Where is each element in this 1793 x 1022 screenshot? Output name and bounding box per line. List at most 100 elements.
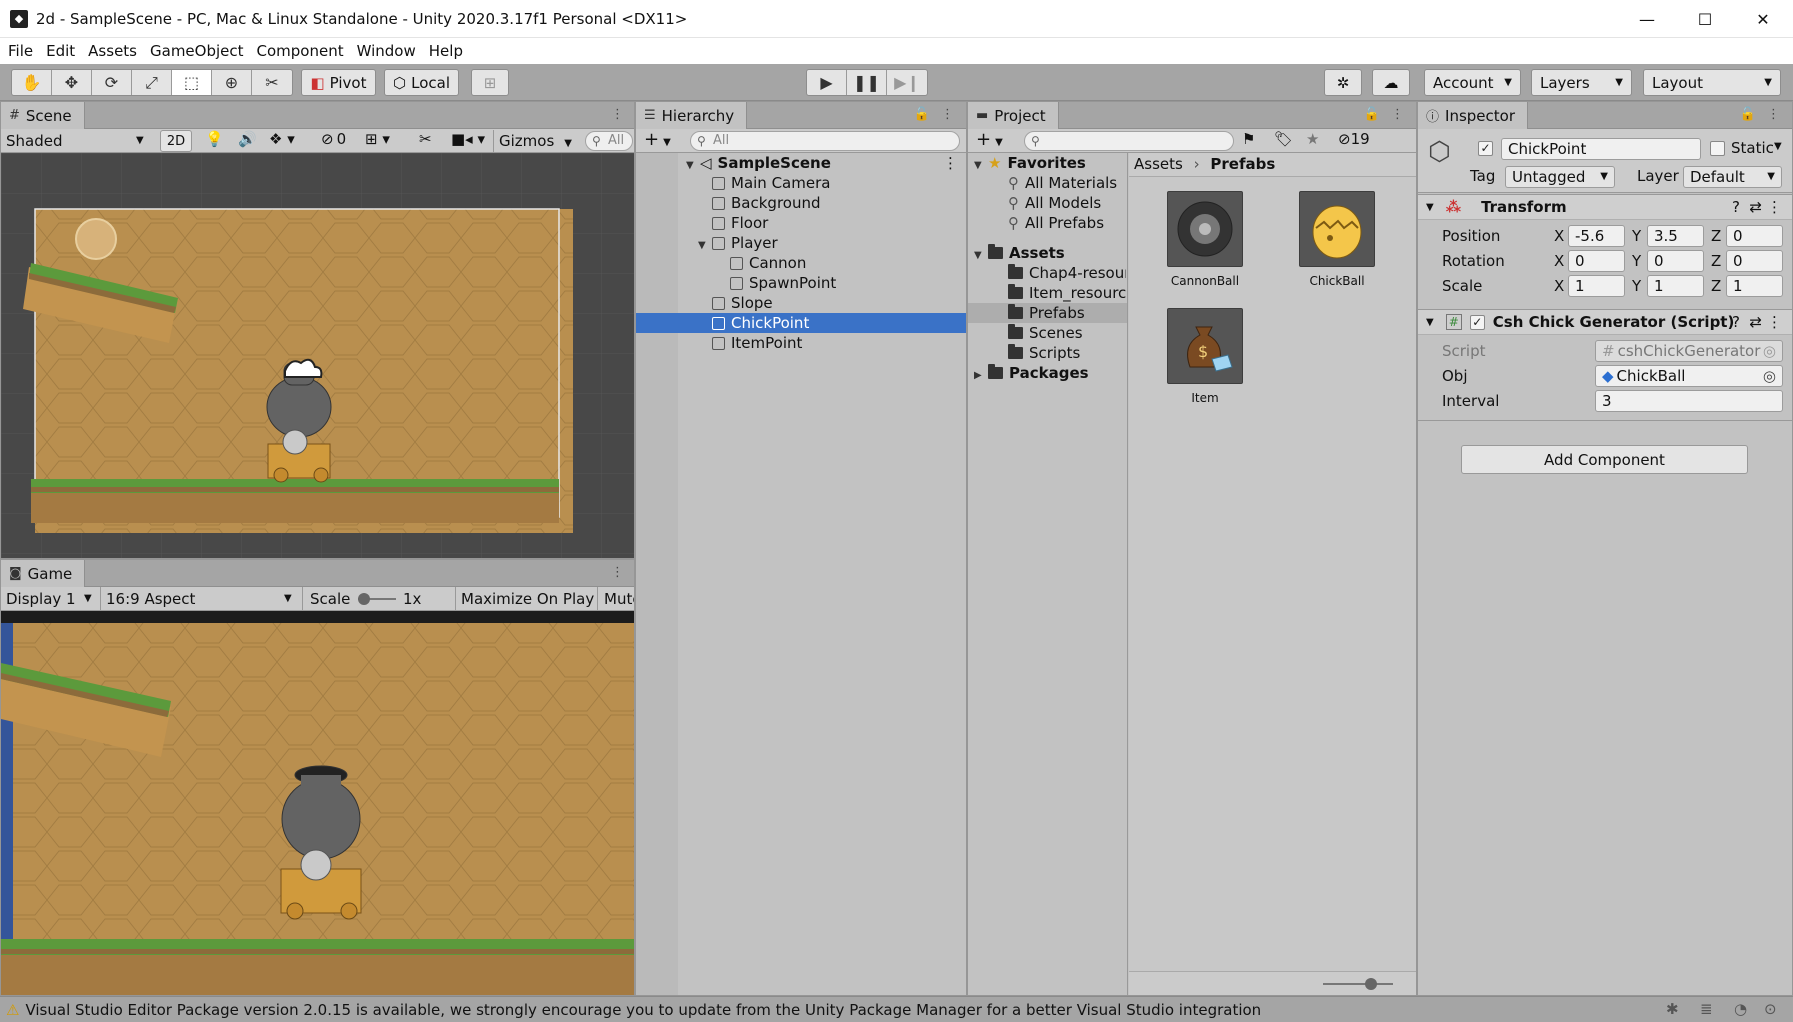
scene-search-input[interactable]: ⚲ All [585, 131, 633, 151]
cannon-sprite[interactable] [266, 376, 332, 438]
position-z-field[interactable]: 0 [1726, 225, 1783, 247]
hierarchy-item-chickpoint[interactable]: ChickPoint [712, 313, 809, 333]
tab-hierarchy[interactable]: ☰ Hierarchy [636, 102, 748, 129]
kebab-menu-icon[interactable]: ⋮ [611, 107, 624, 122]
scale-z-field[interactable]: 1 [1726, 275, 1783, 297]
maximize-on-play-toggle[interactable]: Maximize On Play [461, 588, 594, 610]
scale-y-field[interactable]: 1 [1647, 275, 1704, 297]
prefab-item-thumbnail[interactable]: $ [1167, 308, 1243, 384]
bug-icon[interactable]: ✱ [1666, 1000, 1679, 1018]
search-by-label-icon[interactable]: 🏷 [1274, 130, 1293, 148]
favorite-all-prefabs[interactable]: ⚲ All Prefabs [1008, 213, 1104, 233]
menu-gameobject[interactable]: GameObject [150, 42, 244, 60]
progress-icon[interactable]: ◔ [1734, 1000, 1747, 1018]
rect-tool-icon[interactable]: ⬚ [172, 70, 212, 95]
folder-item-resource[interactable]: Item_resource [1008, 283, 1126, 303]
snap-grid-icon[interactable]: ⊞ [471, 69, 509, 96]
expand-arrow-icon[interactable]: ▼ [974, 156, 988, 176]
rotation-y-field[interactable]: 0 [1647, 250, 1704, 272]
aspect-dropdown[interactable]: 16:9 Aspect ▼ [106, 588, 298, 610]
menu-edit[interactable]: Edit [46, 42, 75, 60]
script-component-header[interactable]: ▼ # ✓ Csh Chick Generator (Script) ? ⇄ ⋮ [1418, 309, 1792, 335]
local-toggle[interactable]: ⬡ Local [384, 69, 459, 96]
hierarchy-item-floor[interactable]: Floor [712, 213, 768, 233]
expand-arrow-icon[interactable]: ▼ [1426, 202, 1434, 213]
menu-help[interactable]: Help [429, 42, 463, 60]
obj-reference-field[interactable]: ◆ ChickBall ◎ [1595, 365, 1783, 387]
help-icon[interactable]: ? [1732, 313, 1740, 331]
folder-prefabs[interactable]: Prefabs [1008, 303, 1085, 323]
gizmos-dropdown[interactable]: Gizmos ▼ [493, 130, 572, 152]
expand-arrow-icon[interactable]: ▼ [698, 236, 712, 256]
effects-icon[interactable]: ❖ ▾ [269, 130, 295, 148]
kebab-menu-icon[interactable]: ⋮ [1391, 107, 1404, 122]
move-tool-icon[interactable]: ✥ [52, 70, 92, 95]
transform-header[interactable]: ▼ ⁂ Transform ? ⇄ ⋮ [1418, 194, 1792, 220]
kebab-menu-icon[interactable]: ⋮ [611, 565, 624, 580]
maximize-button[interactable]: ☐ [1676, 0, 1734, 38]
hierarchy-search-input[interactable]: ⚲ All [690, 131, 960, 151]
hidden-objects-icon[interactable]: ⊘ 0 [321, 130, 346, 148]
kebab-menu-icon[interactable]: ⋮ [941, 107, 954, 122]
hand-tool-icon[interactable]: ✋ [12, 70, 52, 95]
thumbnail-size-slider[interactable] [1323, 983, 1393, 985]
folder-scenes[interactable]: Scenes [1008, 323, 1083, 343]
menu-assets[interactable]: Assets [88, 42, 137, 60]
scale-slider-handle[interactable] [358, 593, 370, 605]
expand-arrow-icon[interactable]: ▼ [1426, 317, 1434, 328]
grid-snap-icon[interactable]: ⊞ ▾ [365, 130, 390, 148]
layers-dropdown[interactable]: Layers ▼ [1531, 69, 1632, 96]
rotation-x-field[interactable]: 0 [1568, 250, 1625, 272]
services-icon[interactable]: ✲ [1324, 69, 1362, 96]
layout-dropdown[interactable]: Layout ▼ [1643, 69, 1781, 96]
prefab-cannonball-thumbnail[interactable] [1167, 191, 1243, 267]
kebab-menu-icon[interactable]: ⋮ [1767, 313, 1782, 331]
shading-mode-dropdown[interactable]: Shaded ▼ [6, 130, 151, 152]
static-dropdown-arrow[interactable]: ▼ [1774, 141, 1782, 152]
hierarchy-item-background[interactable]: Background [712, 193, 821, 213]
kebab-menu-icon[interactable]: ⋮ [943, 153, 958, 173]
2d-mode-toggle[interactable]: 2D [160, 130, 192, 152]
pivot-toggle[interactable]: ◧ Pivot [301, 69, 376, 96]
hierarchy-item-slope[interactable]: Slope [712, 293, 773, 313]
menu-file[interactable]: File [8, 42, 33, 60]
packages-folder[interactable]: ▶ Packages [974, 363, 1089, 383]
cloud-icon[interactable]: ☁ [1372, 69, 1410, 96]
audio-icon[interactable]: 🔊 [238, 130, 257, 148]
object-picker-icon[interactable]: ◎ [1763, 366, 1776, 386]
status-message[interactable]: Visual Studio Editor Package version 2.0… [25, 1001, 1261, 1019]
kebab-menu-icon[interactable]: ⋮ [1767, 198, 1782, 216]
position-x-field[interactable]: -5.6 [1568, 225, 1625, 247]
camera-icon[interactable]: ■◂ ▾ [451, 130, 485, 148]
account-dropdown[interactable]: Account ▼ [1424, 69, 1521, 96]
tab-scene[interactable]: # Scene [1, 102, 85, 129]
preset-icon[interactable]: ⇄ [1749, 313, 1762, 331]
favorites-section[interactable]: ▼ ★ Favorites [974, 153, 1086, 173]
menu-window[interactable]: Window [357, 42, 416, 60]
thumbnail-size-slider-handle[interactable] [1365, 978, 1377, 990]
kebab-menu-icon[interactable]: ⋮ [1767, 107, 1780, 122]
transform-tool-icon[interactable]: ⊕ [212, 70, 252, 95]
pause-icon[interactable]: ❚❚ [847, 70, 887, 95]
tab-inspector[interactable]: ⓘ Inspector [1418, 102, 1528, 129]
lighting-icon[interactable]: 💡 [205, 130, 224, 148]
lock-icon[interactable]: 🔓 [914, 107, 930, 122]
expand-arrow-icon[interactable]: ▼ [974, 246, 988, 266]
add-object-button[interactable]: + ▼ [644, 129, 671, 150]
project-search-input[interactable]: ⚲ [1024, 131, 1234, 151]
layer-dropdown[interactable]: Default ▼ [1683, 166, 1782, 188]
hierarchy-item-itempoint[interactable]: ItemPoint [712, 333, 802, 353]
breadcrumb-assets[interactable]: Assets [1134, 155, 1183, 173]
scale-tool-icon[interactable]: ⤢ [132, 70, 172, 95]
tools-icon[interactable]: ✂ [419, 130, 432, 148]
hierarchy-item-spawnpoint[interactable]: SpawnPoint [730, 273, 836, 293]
game-viewport[interactable] [1, 611, 634, 995]
menu-component[interactable]: Component [257, 42, 344, 60]
active-checkbox[interactable]: ✓ [1478, 141, 1493, 156]
lock-icon[interactable]: 🔓 [1364, 107, 1380, 122]
folder-scripts[interactable]: Scripts [1008, 343, 1080, 363]
create-asset-button[interactable]: + ▼ [976, 129, 1003, 150]
search-by-type-icon[interactable]: ⚑ [1242, 130, 1255, 148]
position-y-field[interactable]: 3.5 [1647, 225, 1704, 247]
tag-dropdown[interactable]: Untagged ▼ [1505, 166, 1615, 188]
